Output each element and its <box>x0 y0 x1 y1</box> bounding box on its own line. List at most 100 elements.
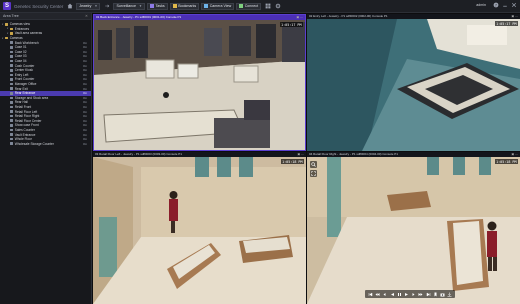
jump-live-icon[interactable] <box>425 291 431 297</box>
camera-view-button[interactable]: Camera View <box>201 2 235 10</box>
logo-icon: S <box>3 2 11 10</box>
close-icon[interactable] <box>511 2 517 8</box>
tile-title: 04 Retail Floor Right - Jewelry - P1 sdf… <box>309 152 398 156</box>
camera-icon <box>204 4 209 8</box>
close-icon[interactable]: ✕ <box>85 14 88 18</box>
tasks-icon <box>150 4 155 8</box>
layout-select-value: Surveillance <box>116 3 137 8</box>
tile-title: 01 Back Entrance - Jewelry - P1 sdfl0001… <box>96 15 182 19</box>
video-tile-1[interactable]: 01 Back Entrance - Jewelry - P1 sdfl0001… <box>93 14 306 151</box>
chevron-down-icon: ▼ <box>139 3 143 8</box>
bookmarks-button-label: Bookmarks <box>178 4 197 8</box>
camera-feed-2 <box>307 19 520 151</box>
tile-title-bar[interactable]: 02 Entry Left - Jewelry - P1 sdfl0002 (0… <box>307 14 520 19</box>
timestamp: 1:05:18 PM <box>494 159 518 164</box>
tile-title-bar[interactable]: 01 Back Entrance - Jewelry - P1 sdfl0001… <box>94 15 305 20</box>
timestamp: 1:05:17 PM <box>494 21 518 26</box>
camera-feed-1 <box>94 20 305 150</box>
app-name: Genetec Security Center <box>14 3 64 9</box>
camera-icon <box>10 68 14 72</box>
tasks-button[interactable]: Tasks <box>147 2 168 10</box>
video-grid: 01 Back Entrance - Jewelry - P1 sdfl0001… <box>93 14 520 304</box>
tile-menu-icon[interactable]: ▣ ⋯ <box>511 152 518 157</box>
gear-icon[interactable] <box>275 3 281 9</box>
camera-icon <box>10 128 14 132</box>
camera-icon <box>10 78 14 81</box>
playback-controls <box>365 290 456 298</box>
timestamp: 1:05:17 PM <box>279 22 303 27</box>
camera-icon <box>10 142 14 146</box>
minimize-icon[interactable] <box>502 2 508 8</box>
camera-feed-3 <box>93 157 306 304</box>
rewind-icon[interactable] <box>375 291 381 297</box>
camera-icon <box>10 55 14 58</box>
folder-icon <box>5 36 9 40</box>
fast-forward-icon[interactable] <box>418 291 424 297</box>
bookmark-icon <box>172 4 177 8</box>
camera-icon <box>10 119 14 123</box>
tile-menu-icon[interactable]: ▣ ⋯ <box>511 14 518 19</box>
expand-icon[interactable] <box>310 170 317 177</box>
camera-icon <box>10 87 14 90</box>
panel-title: Area Tree <box>3 14 19 18</box>
jump-start-icon[interactable] <box>368 291 374 297</box>
chevron-down-icon: ▼ <box>94 3 98 8</box>
panel-header: Area Tree ✕ <box>0 13 91 20</box>
tile-title: 02 Entry Left - Jewelry - P1 sdfl0002 (0… <box>309 14 388 18</box>
tile-tools <box>310 161 317 179</box>
timestamp: 1:05:18 PM <box>280 159 304 164</box>
play-reverse-icon[interactable] <box>389 291 395 297</box>
step-forward-icon[interactable] <box>411 291 417 297</box>
svg-text:?: ? <box>495 3 497 7</box>
grid-icon[interactable] <box>265 3 271 9</box>
area-tree-panel: Area Tree ✕ ▾ Cameras view ▾ Entrances ▾ Vaul… <box>0 13 92 304</box>
bookmarks-button[interactable]: Bookmarks <box>169 2 200 10</box>
camera-icon <box>10 41 14 44</box>
camera-icon <box>10 101 14 104</box>
pause-icon[interactable] <box>396 291 402 297</box>
tile-menu-icon[interactable]: ▣ ⋯ <box>297 152 304 157</box>
help-icon[interactable]: ? <box>493 2 499 8</box>
tree-item-status: On <box>82 141 87 146</box>
step-back-icon[interactable] <box>382 291 388 297</box>
area-tree: ▾ Cameras view ▾ Entrances ▾ Vault area camer… <box>0 20 91 146</box>
tile-menu-icon[interactable]: ▣ ⋯ <box>296 15 303 20</box>
connect-icon <box>239 4 244 8</box>
video-tile-2[interactable]: 02 Entry Left - Jewelry - P1 sdfl0002 (0… <box>307 14 520 151</box>
tree-camera-item[interactable]: Wholesale Storage Counter On <box>0 141 91 146</box>
tile-title-bar[interactable]: 04 Retail Floor Right - Jewelry - P1 sdf… <box>307 152 520 157</box>
arrow-icon[interactable] <box>104 3 110 9</box>
camera-icon <box>10 91 14 95</box>
export-icon[interactable] <box>447 291 453 297</box>
bookmark-icon[interactable] <box>432 291 438 297</box>
folder-icon <box>10 32 14 35</box>
toolbar-right: admin ? <box>476 2 517 8</box>
camera-feed-4 <box>307 157 520 304</box>
video-tile-4[interactable]: 04 Retail Floor Right - Jewelry - P1 sdf… <box>307 152 520 304</box>
camera-icon <box>10 96 14 100</box>
tasks-button-label: Tasks <box>155 4 165 8</box>
folder-icon <box>5 23 9 26</box>
camera-icon <box>10 45 14 49</box>
tile-title: 03 Retail Floor Left - Jewelry - P1 sdfl… <box>95 152 182 156</box>
app-logo[interactable]: S Genetec Security Center <box>3 2 63 10</box>
user-name[interactable]: admin <box>476 3 486 7</box>
tree-item-label: Wholesale Storage Counter <box>14 141 54 146</box>
main-toolbar: S Genetec Security Center Jewelry ▼ Surv… <box>0 0 520 13</box>
camera-icon <box>10 82 14 86</box>
camera-icon <box>10 105 14 109</box>
connect-button[interactable]: Connect <box>236 2 262 10</box>
play-icon[interactable] <box>404 291 410 297</box>
zoom-icon[interactable] <box>310 161 317 168</box>
snapshot-icon[interactable] <box>439 291 445 297</box>
tile-title-bar[interactable]: 03 Retail Floor Left - Jewelry - P1 sdfl… <box>93 152 306 157</box>
site-select[interactable]: Jewelry ▼ <box>76 2 101 10</box>
camera-icon <box>10 137 14 141</box>
layout-select[interactable]: Surveillance ▼ <box>113 2 146 10</box>
camera-icon <box>10 50 14 54</box>
camera-icon <box>10 59 14 63</box>
video-tile-3[interactable]: 03 Retail Floor Left - Jewelry - P1 sdfl… <box>93 152 306 304</box>
home-icon[interactable] <box>67 3 73 9</box>
camera-icon <box>10 64 14 67</box>
camera-icon <box>10 73 14 77</box>
